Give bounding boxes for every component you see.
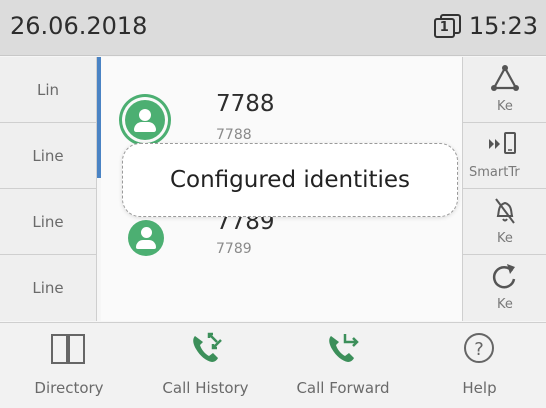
line-indicator-icon: 1	[433, 13, 463, 39]
user-icon	[128, 220, 164, 256]
function-key-2[interactable]: SmartTr	[463, 123, 546, 189]
book-icon	[51, 334, 85, 364]
function-key-label: Ke	[497, 231, 513, 246]
line-key-1[interactable]: Lin	[0, 57, 97, 123]
function-key-1[interactable]: Ke	[463, 57, 546, 123]
identity-number: 7788	[216, 127, 252, 143]
help-icon: ?	[464, 333, 494, 363]
status-right: 1 15:23	[433, 12, 538, 40]
function-key-label: Ke	[497, 297, 513, 312]
softkey-label: Call Forward	[296, 379, 390, 397]
function-key-4[interactable]: Ke	[463, 255, 546, 321]
identity-number: 7789	[216, 241, 252, 257]
svg-text:?: ?	[474, 339, 484, 360]
function-key-label: Ke	[497, 99, 513, 114]
network-icon	[491, 65, 519, 91]
identity-item-7789[interactable]: 7789 7789	[101, 209, 462, 279]
line-key-2[interactable]: Line	[0, 123, 97, 189]
call-forward-icon	[329, 334, 359, 362]
call-history-icon	[193, 332, 222, 362]
function-key-label: SmartTr	[469, 165, 520, 180]
line-indicator-number: 1	[433, 18, 455, 38]
function-key-3[interactable]: Ke	[463, 189, 546, 255]
refresh-icon	[492, 264, 516, 289]
line-key-3[interactable]: Line	[0, 189, 97, 255]
directory-button[interactable]: Directory	[0, 323, 138, 408]
identity-name: 7788	[216, 91, 275, 117]
status-time: 15:23	[468, 12, 538, 40]
softkey-label: Help	[462, 379, 497, 397]
function-keys: Ke SmartTr Ke Ke	[462, 57, 546, 321]
softkey-bar: Directory Call History Call Forward ? He…	[0, 322, 546, 408]
help-button[interactable]: ? Help	[413, 323, 546, 408]
call-forward-button[interactable]: Call Forward	[273, 323, 413, 408]
bell-off-icon	[495, 198, 515, 224]
softkey-label: Call History	[162, 379, 249, 397]
tooltip: Configured identities	[122, 143, 458, 217]
line-keys: Lin Line Line Line	[0, 57, 97, 321]
smart-transfer-icon	[489, 132, 516, 154]
call-history-button[interactable]: Call History	[138, 323, 273, 408]
line-key-4[interactable]: Line	[0, 255, 97, 321]
softkey-label: Directory	[34, 379, 104, 397]
status-bar: 26.06.2018 1 15:23	[0, 0, 546, 56]
user-icon	[125, 100, 165, 140]
status-date: 26.06.2018	[10, 12, 148, 40]
